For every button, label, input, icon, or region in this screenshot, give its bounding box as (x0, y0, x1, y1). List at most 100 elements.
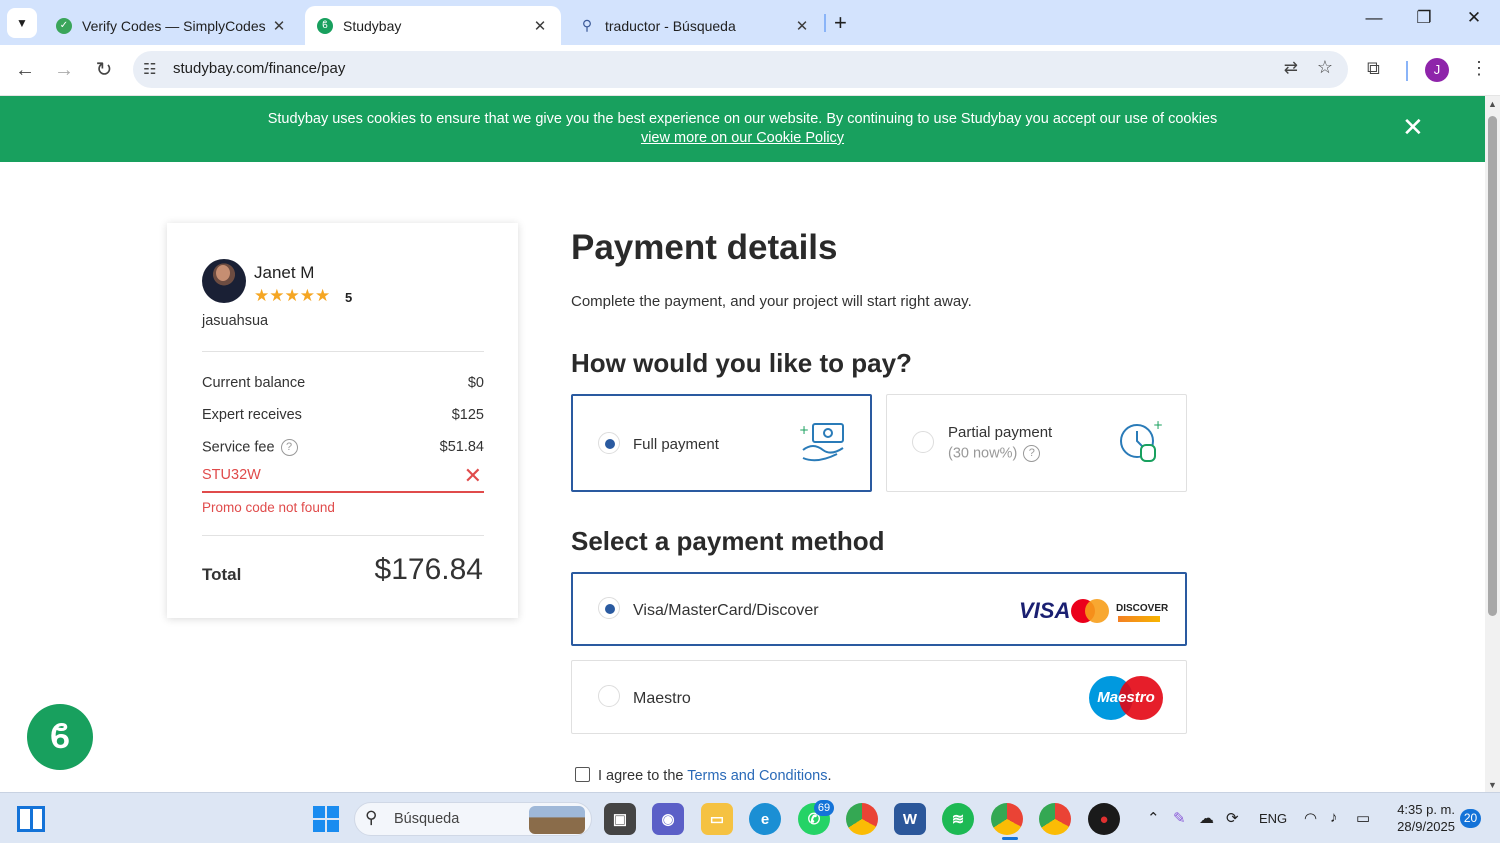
pinned-app-icon[interactable]: ● (1088, 803, 1120, 835)
new-tab-icon[interactable]: + (834, 10, 847, 36)
spotify-icon[interactable]: ≋ (942, 803, 974, 835)
username: jasuahsua (202, 313, 269, 329)
widgets-icon[interactable] (17, 806, 45, 832)
row-value: $51.84 (439, 439, 484, 455)
bookmark-star-icon[interactable]: ☆ (1317, 57, 1333, 78)
page-title: Payment details (571, 228, 838, 267)
row-label: Expert receives (202, 407, 302, 423)
teams-icon[interactable]: ◉ (652, 803, 684, 835)
option-label: Maestro (633, 690, 691, 707)
close-tab-icon[interactable]: ✕ (270, 17, 288, 35)
pen-icon[interactable]: ✎ (1173, 809, 1186, 827)
tab-simplycodes[interactable]: ✓ Verify Codes — SimplyCodes ✕ (44, 6, 300, 45)
battery-icon[interactable]: ▭ (1356, 809, 1370, 827)
discover-logo-bar (1118, 616, 1160, 622)
help-icon[interactable]: ? (280, 439, 298, 456)
extensions-icon[interactable]: ⧉ (1367, 58, 1380, 79)
clock[interactable]: 4:35 p. m. 28/9/2025 (1385, 801, 1455, 835)
clock-time: 4:35 p. m. (1397, 802, 1455, 817)
show-hidden-icons-icon[interactable]: ⌃ (1147, 809, 1160, 827)
word-icon[interactable]: W (894, 803, 926, 835)
promo-code-input[interactable]: STU32W ✕ (202, 463, 484, 493)
option-sublabel: (30 now%)? (948, 445, 1041, 462)
close-tab-icon[interactable]: ✕ (793, 17, 811, 35)
tab-studybay[interactable]: ϐ Studybay ✕ (305, 6, 561, 45)
chrome-profile-g-icon[interactable] (1039, 803, 1071, 835)
partial-payment-option[interactable]: Partial payment (30 now%)? + (886, 394, 1187, 492)
forward-icon[interactable]: → (50, 56, 78, 84)
terms-link[interactable]: Terms and Conditions (687, 768, 827, 784)
balance-row: Current balance $0 (202, 375, 484, 391)
edge-icon[interactable]: e (749, 803, 781, 835)
file-explorer-icon[interactable]: ▭ (701, 803, 733, 835)
help-icon[interactable]: ? (1023, 445, 1041, 462)
notification-badge[interactable]: 20 (1460, 809, 1481, 828)
url-text[interactable]: studybay.com/finance/pay (173, 60, 345, 77)
onedrive-icon[interactable]: ☁ (1199, 809, 1214, 827)
partial-payment-radio[interactable] (912, 431, 934, 453)
option-label: Full payment (633, 436, 719, 453)
promo-code-value[interactable]: STU32W (202, 467, 261, 483)
terms-checkbox[interactable] (575, 767, 590, 782)
close-icon[interactable]: ✕ (1402, 114, 1424, 140)
taskbar: ⚲ Búsqueda ▣ ◉ ▭ e ✆ 69 W ≋ ● ⌃ ✎ ☁ ⟳ EN… (0, 792, 1500, 843)
full-payment-radio[interactable] (598, 432, 620, 454)
card-method-radio[interactable] (598, 597, 620, 619)
terms-row: I agree to the Terms and Conditions. (575, 767, 832, 784)
maestro-logo-text: Maestro (1097, 689, 1155, 706)
search-icon: ⚲ (365, 808, 378, 827)
terms-suffix: . (827, 768, 832, 784)
address-bar[interactable]: ☷ studybay.com/finance/pay ⇄ ☆ (133, 51, 1348, 88)
volume-icon[interactable]: ♪ (1330, 809, 1338, 826)
site-info-icon[interactable]: ☷ (143, 60, 156, 78)
chrome-profile-j-icon[interactable] (991, 803, 1023, 835)
reload-icon[interactable]: ↻ (90, 56, 118, 84)
task-view-icon[interactable]: ▣ (604, 803, 636, 835)
studybay-chat-button[interactable]: ϐ (27, 704, 93, 770)
browser-toolbar: ← → ↻ ☷ studybay.com/finance/pay ⇄ ☆ ⧉ J… (0, 45, 1500, 96)
tab-title: Verify Codes — SimplyCodes (82, 17, 266, 34)
tab-search-menu-button[interactable]: ▼ (7, 8, 37, 38)
maestro-radio[interactable] (598, 685, 620, 707)
pay-plan-heading: How would you like to pay? (571, 348, 912, 378)
studybay-logo-icon: ϐ (49, 718, 71, 756)
windows-start-icon[interactable] (313, 806, 339, 832)
promo-error-message: Promo code not found (202, 500, 335, 515)
terms-prefix: I agree to the (598, 768, 684, 784)
translate-icon[interactable]: ⇄ (1284, 58, 1298, 78)
scroll-down-icon[interactable]: ▼ (1488, 780, 1497, 790)
search-icon: ⚲ (581, 17, 593, 33)
more-menu-icon[interactable]: ⋮ (1470, 58, 1488, 79)
back-icon[interactable]: ← (11, 56, 39, 84)
language-indicator[interactable]: ENG (1259, 811, 1287, 826)
studybay-favicon-icon: ϐ (317, 17, 333, 34)
tab-traductor[interactable]: ⚲ traductor - Búsqueda ✕ (567, 6, 823, 45)
minimize-icon[interactable]: — (1351, 8, 1397, 28)
cookie-text: Studybay uses cookies to ensure that we … (267, 111, 1218, 127)
scroll-up-icon[interactable]: ▲ (1488, 99, 1497, 109)
total-label: Total (202, 565, 242, 584)
expert-receives-row: Expert receives $125 (202, 407, 484, 423)
chrome-icon[interactable] (846, 803, 878, 835)
chevron-down-icon: ▼ (16, 16, 28, 30)
window-close-icon[interactable]: ✕ (1451, 8, 1497, 28)
profile-avatar[interactable]: J (1425, 58, 1449, 82)
search-highlight-image (529, 806, 585, 834)
tab-separator (824, 14, 826, 32)
wifi-icon[interactable]: ◠ (1304, 809, 1317, 827)
maestro-method-option[interactable]: Maestro Maestro (571, 660, 1187, 734)
active-app-indicator (1002, 837, 1018, 840)
row-label: Current balance (202, 375, 306, 391)
toolbar-separator (1406, 61, 1408, 81)
taskbar-search[interactable]: ⚲ Búsqueda (354, 802, 592, 836)
page-scrollbar[interactable]: ▲ ▼ (1485, 96, 1500, 792)
clear-promo-icon[interactable]: ✕ (464, 463, 482, 489)
scrollbar-thumb[interactable] (1488, 116, 1497, 616)
card-method-option[interactable]: Visa/MasterCard/Discover VISA DISCOVER (571, 572, 1187, 646)
sync-icon[interactable]: ⟳ (1226, 809, 1239, 827)
close-tab-icon[interactable]: ✕ (531, 17, 549, 35)
full-payment-option[interactable]: Full payment + (571, 394, 872, 492)
cookie-policy-link[interactable]: view more on our Cookie Policy (0, 130, 1485, 146)
maximize-icon[interactable]: ❐ (1401, 8, 1447, 28)
row-value: $0 (467, 375, 484, 391)
